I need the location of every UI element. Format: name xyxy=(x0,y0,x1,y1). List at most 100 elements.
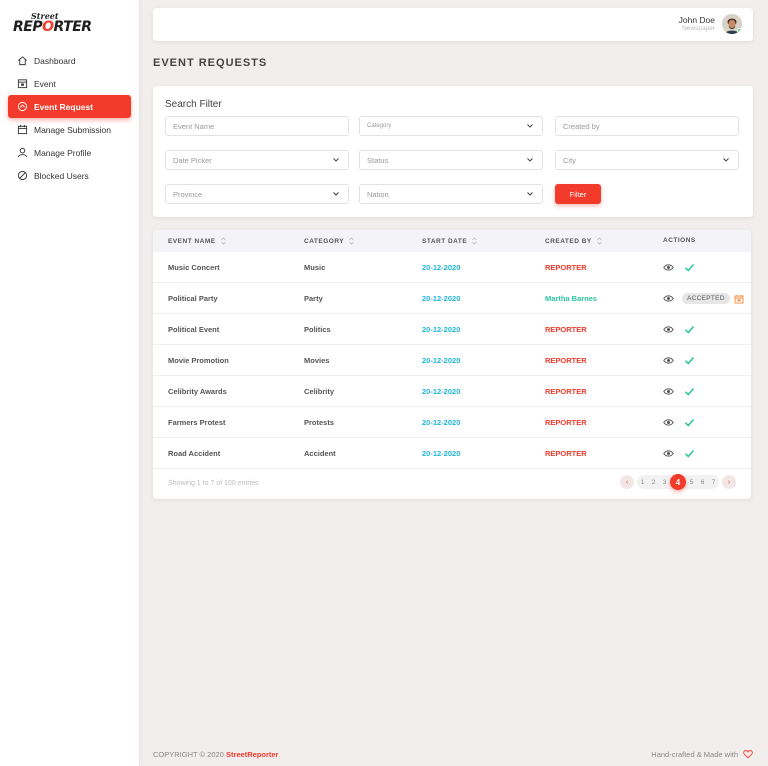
sidebar-item-label: Blocked Users xyxy=(34,170,89,181)
event-name-placeholder: Event Name xyxy=(173,121,215,131)
sidebar-item-event-request[interactable]: Event Request xyxy=(8,95,131,118)
created-by-cell: REPORTER xyxy=(545,263,587,272)
chevron-down-icon xyxy=(333,158,339,162)
category-cell: Accident xyxy=(304,449,336,458)
user-name: John Doe xyxy=(678,15,715,25)
status-placeholder: Status xyxy=(367,155,389,165)
view-icon[interactable] xyxy=(663,293,674,304)
event-name-input[interactable]: Event Name xyxy=(165,116,349,136)
view-icon[interactable] xyxy=(663,386,674,397)
created-by-input[interactable]: Created by xyxy=(555,116,739,136)
status-badge: ACCEPTED xyxy=(682,293,730,304)
column-header-event-name[interactable]: EVENT NAME xyxy=(168,237,226,245)
sidebar-item-label: Event Request xyxy=(34,101,94,112)
table-row: Political Party Party 20-12-2020 Martha … xyxy=(153,283,751,314)
sidebar-item-event[interactable]: Event xyxy=(8,72,131,95)
sidebar-item-label: Event xyxy=(34,78,56,89)
column-header-created-by[interactable]: CREATED BY xyxy=(545,237,602,245)
page-3[interactable]: 3 xyxy=(659,479,670,486)
sidebar-item-label: Manage Submission xyxy=(34,124,112,135)
category-select[interactable]: Category xyxy=(359,116,543,136)
approve-check-icon[interactable] xyxy=(684,386,695,397)
column-header-category[interactable]: CATEGORY xyxy=(304,237,354,245)
actions-cell xyxy=(663,407,695,438)
approve-check-icon[interactable] xyxy=(684,448,695,459)
filter-button[interactable]: Filter xyxy=(555,184,601,204)
logo-line2: REPORTER xyxy=(13,19,92,35)
sidebar: Street REPORTER Dashboard Event Event Re… xyxy=(0,0,139,766)
event-name-cell: Celibrity Awards xyxy=(168,387,227,396)
created-by-cell: REPORTER xyxy=(545,356,587,365)
top-bar: John Doe Newspaper xyxy=(153,8,753,41)
chevron-down-icon xyxy=(723,158,729,162)
page-title: EVENT REQUESTS xyxy=(153,57,268,69)
sidebar-item-label: Dashboard xyxy=(34,55,76,66)
page-2[interactable]: 2 xyxy=(648,479,659,486)
category-cell: Protests xyxy=(304,418,335,427)
status-select[interactable]: Status xyxy=(359,150,543,170)
category-cell: Movies xyxy=(304,356,330,365)
approve-check-icon[interactable] xyxy=(684,417,695,428)
start-date-cell: 20-12-2020 xyxy=(422,263,461,272)
view-icon[interactable] xyxy=(663,448,674,459)
avatar[interactable] xyxy=(722,14,742,34)
approve-check-icon[interactable] xyxy=(684,262,695,273)
pagination-prev[interactable]: ‹ xyxy=(620,475,634,489)
approve-check-icon[interactable] xyxy=(684,355,695,366)
category-cell: Celibrity xyxy=(304,387,335,396)
actions-cell xyxy=(663,438,695,469)
created-by-cell: REPORTER xyxy=(545,449,587,458)
view-icon[interactable] xyxy=(663,262,674,273)
actions-cell xyxy=(663,376,695,407)
chevron-down-icon xyxy=(527,158,533,162)
table-row: Celibrity Awards Celibrity 20-12-2020 RE… xyxy=(153,376,751,407)
approve-check-icon[interactable] xyxy=(684,324,695,335)
entries-info: Showing 1 to 7 of 100 entries xyxy=(168,480,259,487)
online-status-dot xyxy=(737,28,742,34)
page-7[interactable]: 7 xyxy=(708,479,719,486)
sidebar-item-blocked-users[interactable]: Blocked Users xyxy=(8,164,131,187)
city-select[interactable]: City xyxy=(555,150,739,170)
sidebar-item-manage-submission[interactable]: Manage Submission xyxy=(8,118,131,141)
event-icon xyxy=(16,78,28,90)
user-role: Newspaper xyxy=(682,25,715,33)
sort-icon xyxy=(349,237,354,245)
table-header: EVENT NAME CATEGORY START DATE CREATED B… xyxy=(153,230,751,252)
page-6[interactable]: 6 xyxy=(697,479,708,486)
search-filter-card: Search Filter Event Name Category Create… xyxy=(153,86,753,217)
event-requests-table: EVENT NAME CATEGORY START DATE CREATED B… xyxy=(153,230,751,499)
copyright-brand-link[interactable]: StreetReporter xyxy=(226,750,279,759)
sidebar-item-dashboard[interactable]: Dashboard xyxy=(8,49,131,72)
nation-select[interactable]: Nation xyxy=(359,184,543,204)
app-logo[interactable]: Street REPORTER xyxy=(13,12,92,34)
calendar-icon[interactable] xyxy=(734,294,744,304)
table-row: Music Concert Music 20-12-2020 REPORTER xyxy=(153,252,751,283)
date-picker-placeholder: Date Picker xyxy=(173,155,212,165)
page-5[interactable]: 5 xyxy=(686,479,697,486)
table-row: Political Event Politics 20-12-2020 REPO… xyxy=(153,314,751,345)
page-current[interactable]: 4 xyxy=(670,474,686,490)
view-icon[interactable] xyxy=(663,324,674,335)
start-date-cell: 20-12-2020 xyxy=(422,418,461,427)
sidebar-item-manage-profile[interactable]: Manage Profile xyxy=(8,141,131,164)
view-icon[interactable] xyxy=(663,355,674,366)
created-by-placeholder: Created by xyxy=(563,121,600,131)
user-info[interactable]: John Doe Newspaper xyxy=(678,15,715,33)
created-by-cell: REPORTER xyxy=(545,418,587,427)
actions-cell xyxy=(663,252,695,283)
heart-icon xyxy=(743,749,753,759)
event-name-cell: Road Accident xyxy=(168,449,221,458)
column-header-start-date[interactable]: START DATE xyxy=(422,237,477,245)
pagination-next[interactable]: › xyxy=(722,475,736,489)
chevron-down-icon xyxy=(527,124,533,128)
view-icon[interactable] xyxy=(663,417,674,428)
province-select[interactable]: Province xyxy=(165,184,349,204)
event-name-cell: Farmers Protest xyxy=(168,418,226,427)
category-cell: Politics xyxy=(304,325,331,334)
province-placeholder: Province xyxy=(173,189,203,199)
date-picker-select[interactable]: Date Picker xyxy=(165,150,349,170)
start-date-cell: 20-12-2020 xyxy=(422,294,461,303)
start-date-cell: 20-12-2020 xyxy=(422,449,461,458)
page-1[interactable]: 1 xyxy=(637,479,648,486)
blocked-icon xyxy=(16,170,28,182)
